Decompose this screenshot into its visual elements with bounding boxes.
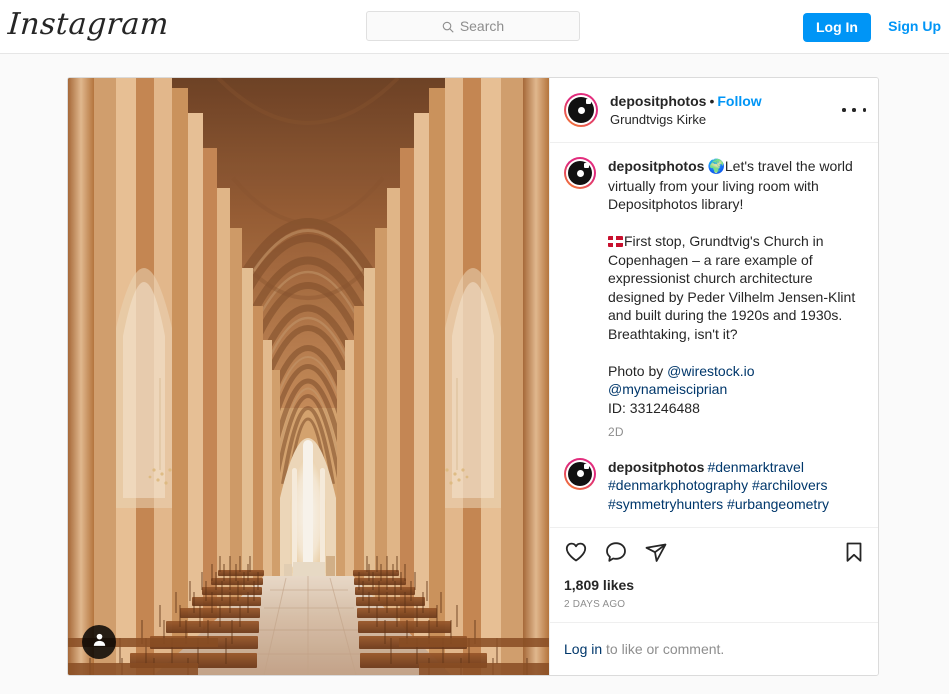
action-icon-bar — [564, 534, 866, 571]
post-header-text: depositphotos • Follow Grundtvigs Kirke — [610, 93, 762, 127]
tagged-users-badge[interactable] — [82, 625, 116, 659]
save-button[interactable] — [842, 540, 866, 569]
share-button[interactable] — [644, 540, 668, 569]
post-details-pane: depositphotos • Follow Grundtvigs Kirke de… — [549, 78, 878, 675]
separator-dot: • — [709, 92, 715, 109]
person-icon — [91, 631, 108, 653]
instagram-logo[interactable]: Instagram — [7, 7, 170, 42]
comments-section: depositphotos 🌍Let's travel the world vir… — [550, 143, 878, 527]
caption-timestamp: 2d — [608, 425, 624, 440]
post-actions-section: 1,809 likes 2 DAYS AGO — [550, 527, 878, 622]
instagram-post-card: depositphotos • Follow Grundtvigs Kirke de… — [67, 77, 879, 676]
login-prompt-text: to like or comment. — [602, 641, 725, 657]
post-location[interactable]: Grundtvigs Kirke — [610, 112, 762, 128]
comment-author-username[interactable]: depositphotos — [608, 459, 704, 475]
credit-prefix: Photo by — [608, 362, 668, 379]
search-input[interactable]: Search — [366, 11, 580, 41]
post-author-username[interactable]: depositphotos — [610, 93, 706, 109]
image-id-line: ID: 331246488 — [608, 399, 700, 416]
credit-handle-ciprian[interactable]: @mynameisciprian — [608, 381, 727, 397]
post-photo[interactable] — [68, 78, 549, 675]
globe-emoji: 🌍 — [707, 159, 725, 176]
login-button[interactable]: Log In — [803, 13, 871, 42]
comment-row: depositphotos #denmarktravel #denmarkphot… — [564, 457, 866, 514]
avatar[interactable] — [564, 93, 598, 128]
avatar[interactable] — [564, 457, 596, 490]
caption-author-username[interactable]: depositphotos — [608, 158, 704, 174]
caption-paragraph-2: First stop, Grundtvig's Church in Copenh… — [608, 233, 856, 342]
like-button[interactable] — [564, 540, 588, 569]
denmark-flag-icon — [608, 236, 623, 248]
depositphotos-logo-icon — [568, 97, 594, 124]
top-navigation-bar: Instagram Search Log In Sign Up — [0, 0, 949, 54]
signup-link[interactable]: Sign Up — [888, 18, 941, 34]
post-header: depositphotos • Follow Grundtvigs Kirke — [550, 78, 878, 144]
search-placeholder-text: Search — [459, 18, 505, 34]
more-options-button[interactable] — [842, 102, 866, 118]
caption-text: depositphotos 🌍Let's travel the world vir… — [608, 157, 866, 442]
credit-handle-wirestock[interactable]: @wirestock.io — [667, 363, 754, 379]
avatar[interactable] — [564, 157, 596, 190]
post-timestamp: 2 DAYS AGO — [564, 599, 626, 610]
caption-row: depositphotos 🌍Let's travel the world vir… — [564, 157, 866, 442]
login-prompt: Log in to like or comment. — [550, 622, 878, 675]
depositphotos-logo-icon — [568, 161, 592, 186]
church-interior-image — [68, 78, 549, 675]
comment-text: depositphotos #denmarktravel #denmarkphot… — [608, 458, 866, 514]
login-link[interactable]: Log in — [564, 641, 602, 657]
likes-count[interactable]: 1,809 likes — [564, 577, 866, 593]
search-icon — [442, 20, 454, 33]
ellipsis-icon — [842, 108, 846, 112]
follow-button[interactable]: Follow — [717, 93, 761, 109]
depositphotos-logo-icon — [568, 461, 592, 486]
comment-button[interactable] — [604, 540, 628, 569]
